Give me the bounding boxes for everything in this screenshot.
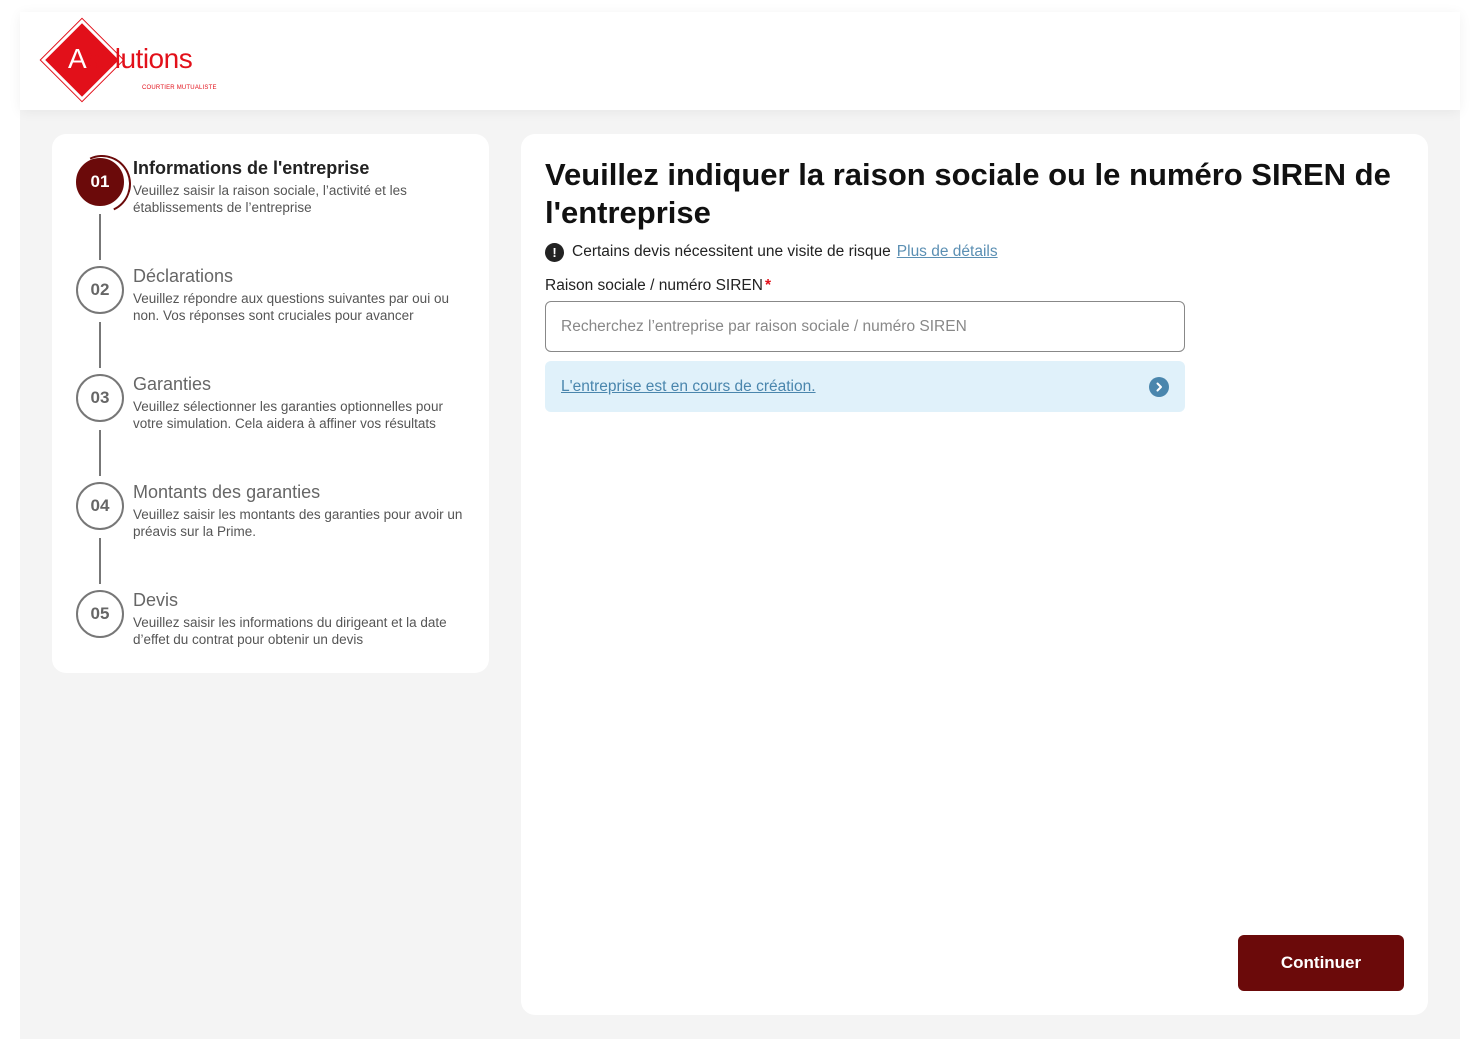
main-panel: Veuillez indiquer la raison sociale ou l… (521, 134, 1428, 1015)
notice-text: Certains devis nécessitent une visite de… (572, 243, 891, 260)
step-title: Garanties (133, 374, 212, 394)
step-title: Devis (133, 590, 179, 610)
app-root: Asolutions COURTIER MUTUALISTE 01 Inform… (20, 12, 1460, 1039)
step-description: Veuillez saisir les informations du diri… (133, 615, 447, 647)
step-description: Veuillez saisir la raison sociale, l’act… (133, 183, 407, 215)
step-connector (99, 430, 101, 476)
company-search-input[interactable] (545, 301, 1185, 352)
required-mark: * (764, 277, 772, 294)
step-description: Veuillez saisir les montants des garanti… (133, 507, 463, 539)
page-title: Veuillez indiquer la raison sociale ou l… (545, 157, 1391, 230)
step-title: Informations de l'entreprise (133, 158, 370, 178)
steps-panel: 01 Informations de l'entreprise Veuillez… (52, 134, 489, 673)
step-connector (99, 322, 101, 368)
step-number-circle: 01 (76, 158, 124, 206)
step-description: Veuillez sélectionner les garanties opti… (133, 399, 443, 431)
step-title: Déclarations (133, 266, 234, 286)
siren-field-label: Raison sociale / numéro SIREN * (545, 277, 771, 295)
exclamation-icon: ! (545, 242, 564, 262)
chevron-right-icon[interactable] (1149, 377, 1169, 397)
step-connector (99, 214, 101, 260)
field-label-text: Raison sociale / numéro SIREN (545, 277, 763, 294)
step-title: Montants des garanties (133, 482, 321, 502)
step-number-circle: 02 (76, 266, 124, 314)
continue-button[interactable]: Continuer (1238, 935, 1404, 991)
asolutions-logo[interactable]: Asolutions COURTIER MUTUALISTE (39, 17, 220, 103)
company-in-creation-option[interactable]: L'entreprise est en cours de création. (545, 361, 1185, 412)
step-number-circle: 04 (76, 482, 124, 530)
risk-visit-notice: ! Certains devis nécessitent une visite … (545, 241, 998, 263)
more-details-link[interactable]: Plus de détails (897, 243, 998, 261)
step-number-circle: 05 (76, 590, 124, 638)
step-description: Veuillez répondre aux questions suivante… (133, 291, 449, 323)
step-connector (99, 538, 101, 584)
company-in-creation-link[interactable]: L'entreprise est en cours de création. (561, 378, 816, 396)
logo-subtitle: COURTIER MUTUALISTE (142, 85, 217, 91)
logo-text: Asolutions (68, 43, 193, 74)
header: Asolutions COURTIER MUTUALISTE (20, 12, 1460, 110)
step-number-circle: 03 (76, 374, 124, 422)
